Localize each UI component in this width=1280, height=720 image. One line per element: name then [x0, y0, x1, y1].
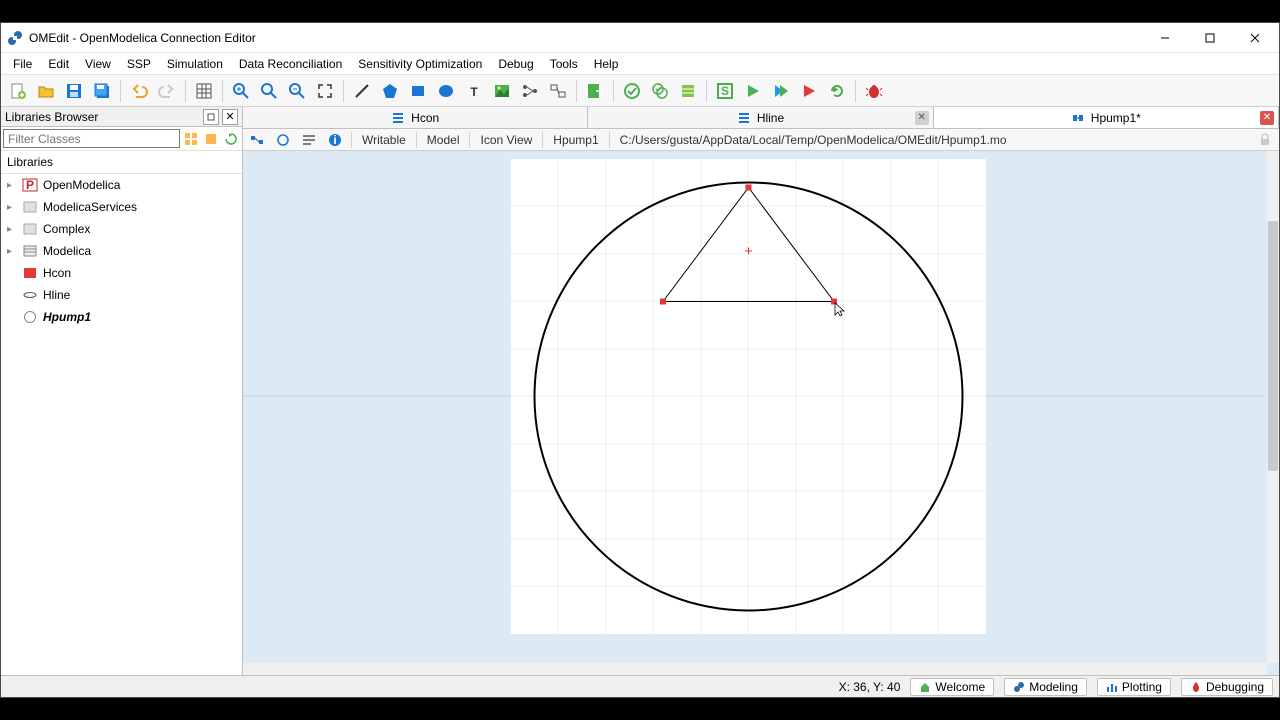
coordinates-label: X: 36, Y: 40: [839, 680, 901, 694]
debug-config-button[interactable]: [861, 78, 887, 104]
tree-item-hcon[interactable]: Hcon: [1, 262, 242, 284]
svg-text:i: i: [333, 133, 336, 147]
simulate-debug-button[interactable]: [796, 78, 822, 104]
undo-button[interactable]: [126, 78, 152, 104]
app-window: OMEdit - OpenModelica Connection Editor …: [0, 22, 1280, 698]
lock-icon[interactable]: [1255, 131, 1275, 149]
perspective-welcome[interactable]: Welcome: [910, 678, 994, 696]
open-button[interactable]: [33, 78, 59, 104]
minimize-button[interactable]: [1142, 24, 1187, 52]
file-path-label: C:/Users/gusta/AppData/Local/Temp/OpenMo…: [616, 133, 1249, 147]
documentation-view-icon[interactable]: i: [325, 131, 345, 149]
tab-close-button[interactable]: ✕: [915, 111, 929, 125]
menu-tools[interactable]: Tools: [542, 55, 586, 73]
tree-item-hline[interactable]: Hline: [1, 284, 242, 306]
transition-tool-button[interactable]: [545, 78, 571, 104]
diagram-view-icon[interactable]: [247, 131, 267, 149]
fit-button[interactable]: [312, 78, 338, 104]
perspective-debugging[interactable]: Debugging: [1181, 678, 1273, 696]
simulate-anim-button[interactable]: [768, 78, 794, 104]
close-button[interactable]: [1232, 24, 1277, 52]
blue-lines-icon: [737, 111, 751, 125]
perspective-plotting[interactable]: Plotting: [1097, 678, 1171, 696]
libraries-tree[interactable]: ▸POpenModelica ▸ModelicaServices ▸Comple…: [1, 174, 242, 675]
panel-float-icon[interactable]: [203, 109, 219, 125]
reload-icon[interactable]: [222, 130, 240, 148]
tab-hline[interactable]: Hline ✕: [588, 107, 933, 128]
svg-text:P: P: [26, 178, 34, 192]
document-tabs: Hcon Hline ✕ Hpump1* ✕: [243, 107, 1279, 129]
connect-tool-button[interactable]: [517, 78, 543, 104]
check-button[interactable]: [619, 78, 645, 104]
filter-classes-input[interactable]: [3, 129, 180, 148]
svg-text:S: S: [721, 84, 729, 98]
tree-item-modelicaservices[interactable]: ▸ModelicaServices: [1, 196, 242, 218]
expand-all-icon[interactable]: [182, 130, 200, 148]
libraries-label: Libraries: [1, 151, 242, 174]
vertical-scrollbar[interactable]: [1267, 151, 1279, 663]
zoom-out-button[interactable]: [284, 78, 310, 104]
ellipse-tool-button[interactable]: [433, 78, 459, 104]
main-toolbar: T S: [1, 75, 1279, 107]
menubar: File Edit View SSP Simulation Data Recon…: [1, 53, 1279, 75]
grid-button[interactable]: [191, 78, 217, 104]
menu-file[interactable]: File: [5, 55, 40, 73]
tab-close-button[interactable]: ✕: [1260, 111, 1274, 125]
rectangle-tool-button[interactable]: [405, 78, 431, 104]
panel-close-button[interactable]: ✕: [222, 109, 238, 125]
collapse-all-icon[interactable]: [202, 130, 220, 148]
kind-label: Model: [423, 133, 464, 147]
menu-edit[interactable]: Edit: [40, 55, 77, 73]
new-button[interactable]: [5, 78, 31, 104]
save-all-button[interactable]: [89, 78, 115, 104]
line-tool-button[interactable]: [349, 78, 375, 104]
zoom-in-button[interactable]: [228, 78, 254, 104]
canvas-area[interactable]: [243, 151, 1279, 675]
component-icon: [1071, 111, 1085, 125]
panel-header: Libraries Browser ✕: [1, 107, 242, 127]
export-button[interactable]: [582, 78, 608, 104]
app-icon: [7, 30, 23, 46]
titlebar: OMEdit - OpenModelica Connection Editor: [1, 23, 1279, 53]
writable-label: Writable: [358, 133, 410, 147]
tree-item-complex[interactable]: ▸Complex: [1, 218, 242, 240]
window-title: OMEdit - OpenModelica Connection Editor: [29, 31, 1142, 45]
icon-view-icon[interactable]: [273, 131, 293, 149]
tab-hpump1[interactable]: Hpump1* ✕: [934, 107, 1279, 128]
panel-title: Libraries Browser: [5, 110, 98, 124]
resimulate-button[interactable]: [824, 78, 850, 104]
bitmap-tool-button[interactable]: [489, 78, 515, 104]
menu-data-reconciliation[interactable]: Data Reconciliation: [231, 55, 350, 73]
horizontal-scrollbar[interactable]: [243, 663, 1267, 675]
menu-sensitivity[interactable]: Sensitivity Optimization: [350, 55, 490, 73]
save-button[interactable]: [61, 78, 87, 104]
tree-item-modelica[interactable]: ▸Modelica: [1, 240, 242, 262]
zoom-reset-button[interactable]: [256, 78, 282, 104]
perspective-modeling[interactable]: Modeling: [1004, 678, 1087, 696]
menu-help[interactable]: Help: [586, 55, 627, 73]
blue-lines-icon: [391, 111, 405, 125]
simulate-button[interactable]: [740, 78, 766, 104]
text-tool-button[interactable]: T: [461, 78, 487, 104]
view-label: Icon View: [476, 133, 536, 147]
document-info-bar: i Writable Model Icon View Hpump1 C:/Use…: [243, 129, 1279, 151]
menu-debug[interactable]: Debug: [490, 55, 541, 73]
tree-item-openmodelica[interactable]: ▸POpenModelica: [1, 174, 242, 196]
text-view-icon[interactable]: [299, 131, 319, 149]
tab-hcon[interactable]: Hcon: [243, 107, 588, 128]
check-all-button[interactable]: [647, 78, 673, 104]
redo-button[interactable]: [154, 78, 180, 104]
menu-view[interactable]: View: [77, 55, 119, 73]
model-name-label: Hpump1: [549, 133, 602, 147]
menu-simulation[interactable]: Simulation: [159, 55, 231, 73]
libraries-browser-panel: Libraries Browser ✕ Libraries ▸POpenMode…: [1, 107, 243, 675]
maximize-button[interactable]: [1187, 24, 1232, 52]
menu-ssp[interactable]: SSP: [119, 55, 159, 73]
polygon-tool-button[interactable]: [377, 78, 403, 104]
tree-item-hpump1[interactable]: Hpump1: [1, 306, 242, 328]
simulate-setup-button[interactable]: S: [712, 78, 738, 104]
instantiate-button[interactable]: [675, 78, 701, 104]
statusbar: X: 36, Y: 40 Welcome Modeling Plotting D…: [1, 675, 1279, 697]
svg-text:T: T: [470, 85, 478, 99]
